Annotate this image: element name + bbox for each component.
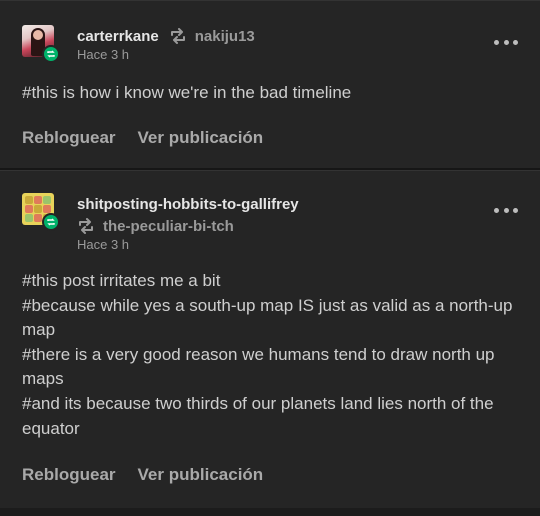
more-options-icon[interactable] — [494, 37, 518, 47]
avatar[interactable] — [22, 193, 60, 231]
tag-text[interactable]: #because while yes a south-up map IS jus… — [22, 294, 518, 343]
reblog-button[interactable]: Rebloguear — [22, 465, 116, 485]
timestamp[interactable]: Hace 3 h — [77, 237, 299, 252]
post-card: carterrkane nakiju13 Hace 3 h #this is h… — [0, 0, 540, 168]
post-tags: #this is how i know we're in the bad tim… — [22, 81, 518, 106]
avatar[interactable] — [22, 25, 60, 63]
tag-text[interactable]: #and its because two thirds of our plane… — [22, 392, 518, 441]
reblog-button[interactable]: Rebloguear — [22, 128, 116, 148]
tag-text[interactable]: #this is how i know we're in the bad tim… — [22, 81, 518, 106]
post-header: shitposting-hobbits-to-gallifrey the-pec… — [77, 193, 299, 253]
username-link[interactable]: carterrkane — [77, 28, 159, 45]
post-actions: Rebloguear Ver publicación — [22, 465, 263, 485]
post-card: shitposting-hobbits-to-gallifrey the-pec… — [0, 170, 540, 508]
tag-text[interactable]: #there is a very good reason we humans t… — [22, 343, 518, 392]
tag-text[interactable]: #this post irritates me a bit — [22, 269, 518, 294]
username-link[interactable]: shitposting-hobbits-to-gallifrey — [77, 196, 299, 213]
post-header: carterrkane nakiju13 Hace 3 h — [77, 25, 255, 63]
timestamp[interactable]: Hace 3 h — [77, 47, 255, 62]
reblog-badge-icon — [42, 213, 60, 231]
reblog-icon — [77, 218, 95, 234]
view-post-button[interactable]: Ver publicación — [138, 128, 264, 148]
more-options-icon[interactable] — [494, 205, 518, 215]
post-tags: #this post irritates me a bit #because w… — [22, 269, 518, 441]
view-post-button[interactable]: Ver publicación — [138, 465, 264, 485]
reblogged-from-link[interactable]: nakiju13 — [195, 28, 255, 45]
reblog-icon — [169, 28, 187, 44]
post-actions: Rebloguear Ver publicación — [22, 128, 263, 148]
reblogged-from-link[interactable]: the-peculiar-bi-tch — [103, 218, 234, 235]
reblog-badge-icon — [42, 45, 60, 63]
